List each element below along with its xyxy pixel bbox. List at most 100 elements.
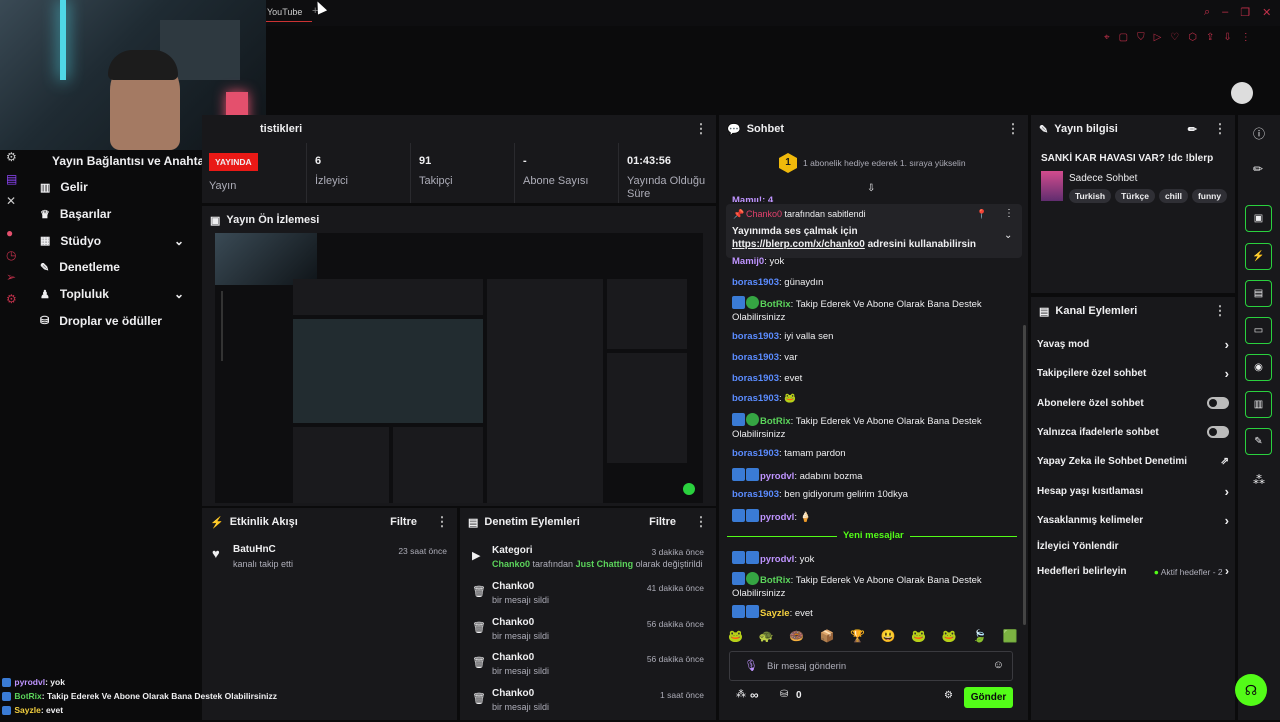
- filter-button[interactable]: Filtre: [649, 516, 676, 528]
- clip-button[interactable]: ▣: [1245, 205, 1272, 232]
- action-goals[interactable]: Hedefleri belirleyin ● Aktif hedefler - 2…: [1037, 561, 1229, 581]
- emote-icon[interactable]: 📦: [820, 629, 835, 647]
- action-account-age[interactable]: Hesap yaşı kısıtlaması ›: [1037, 481, 1229, 501]
- category-name[interactable]: Sadece Sohbet: [1069, 173, 1137, 184]
- avatar[interactable]: [1231, 82, 1253, 104]
- hype-banner[interactable]: 1 1 abonelik hediye ederek 1. sıraya yük…: [779, 153, 999, 173]
- emote-icon[interactable]: 🐸: [911, 629, 926, 647]
- chat-username[interactable]: boras1903: [732, 489, 779, 500]
- action-raid[interactable]: İzleyici Yönlendir: [1037, 536, 1229, 556]
- chat-username[interactable]: Sayzle: [760, 608, 790, 619]
- emote-icon[interactable]: 🍃: [972, 629, 987, 647]
- restore-icon[interactable]: ❐: [1240, 6, 1250, 20]
- chat-username[interactable]: boras1903: [732, 331, 779, 342]
- tag[interactable]: Türkçe: [1115, 189, 1155, 203]
- mod-category[interactable]: Just Chatting: [576, 559, 634, 569]
- scroll-down-icon[interactable]: ⇩: [867, 183, 875, 194]
- chat-username[interactable]: boras1903: [732, 393, 779, 404]
- layout-button[interactable]: ▥: [1245, 391, 1272, 418]
- sidebar-item-topluluk[interactable]: ♟ Topluluk ⌄: [0, 281, 198, 308]
- emote-icon[interactable]: 🟩: [1003, 629, 1018, 647]
- chat-username[interactable]: pyrodvl: [760, 554, 794, 565]
- pinned-message[interactable]: 📌 Chanko0 tarafından sabitlendi 📍 ⋮ Yayı…: [726, 204, 1022, 258]
- chat-input[interactable]: 🎙 Bir mesaj gönderin ☺: [729, 651, 1013, 681]
- lightning-button[interactable]: ⚡: [1245, 243, 1272, 270]
- sidebar-item-droplar[interactable]: ⛁ Droplar ve ödüller: [0, 307, 198, 334]
- emoji-icon[interactable]: ☺: [993, 659, 1004, 671]
- chat-username[interactable]: boras1903: [732, 277, 779, 288]
- chat-username[interactable]: BotRix: [760, 299, 791, 310]
- chat-username[interactable]: boras1903: [732, 373, 779, 384]
- info-icon[interactable]: ⓘ: [1253, 125, 1265, 142]
- notes-button[interactable]: ▤: [1245, 280, 1272, 307]
- send-button[interactable]: Gönder: [964, 687, 1013, 708]
- chat-username[interactable]: boras1903: [732, 352, 779, 363]
- sidebar-item-studyo[interactable]: ▦ Stüdyo ⌄: [0, 227, 198, 254]
- browser-tab[interactable]: YouTube: [262, 4, 312, 22]
- shield-icon[interactable]: ⛉: [1137, 32, 1145, 46]
- action-banned-words[interactable]: Yasaklanmış kelimeler ›: [1037, 510, 1229, 530]
- download-icon[interactable]: ⇩: [1223, 32, 1231, 46]
- crop-icon[interactable]: ▢: [1119, 32, 1128, 46]
- action-subscribers-only[interactable]: Abonelere özel sohbet: [1037, 393, 1229, 413]
- more-icon[interactable]: ⋮: [435, 514, 449, 530]
- chat-username[interactable]: Mamij0: [732, 256, 764, 267]
- event-user[interactable]: BatuHnC: [233, 544, 276, 555]
- more-icon[interactable]: ⋮: [694, 514, 708, 530]
- share-icon[interactable]: ⇪: [1206, 32, 1214, 46]
- chat-scrollbar[interactable]: [1023, 325, 1026, 625]
- sidebar-item-gelir[interactable]: ▥ Gelir: [0, 174, 198, 201]
- tag[interactable]: Turkish: [1069, 189, 1112, 203]
- more-icon[interactable]: ⋮: [694, 121, 708, 137]
- toggle-switch[interactable]: [1207, 426, 1229, 438]
- emote-icon[interactable]: 😃: [881, 629, 896, 647]
- action-ai-moderation[interactable]: Yapay Zeka ile Sohbet Denetimi ⇗: [1037, 451, 1229, 471]
- filter-button[interactable]: Filtre: [390, 516, 417, 528]
- stream-preview-video[interactable]: [215, 233, 703, 503]
- window-controls[interactable]: ⌕ – ❐ ✕: [1204, 6, 1276, 20]
- points-icon[interactable]: ⁂: [736, 689, 746, 700]
- mod-user[interactable]: Chanko0: [492, 559, 530, 569]
- wrench-button[interactable]: ✎: [1245, 428, 1272, 455]
- settings-icon[interactable]: ⚙: [944, 690, 953, 701]
- tag[interactable]: funny: [1191, 189, 1228, 203]
- action-slow-mode[interactable]: Yavaş mod ›: [1037, 334, 1229, 354]
- broadcast-button[interactable]: ◉: [1245, 354, 1272, 381]
- chat-username[interactable]: BotRix: [760, 416, 791, 427]
- emote-icon[interactable]: 🐸: [942, 629, 957, 647]
- sidebar-item-basarilar[interactable]: ♛ Başarılar: [0, 201, 198, 228]
- bookmark-icon[interactable]: ⌖: [1104, 32, 1110, 46]
- sidebar-item-denetleme[interactable]: ✎ Denetleme: [0, 254, 198, 281]
- chevron-down-icon[interactable]: ⌄: [1004, 230, 1012, 241]
- heart-icon[interactable]: ♡: [1170, 32, 1179, 46]
- close-icon[interactable]: ✕: [1262, 6, 1271, 20]
- extension-icon[interactable]: ⬡: [1188, 32, 1197, 46]
- emote-icon[interactable]: 🐸: [728, 629, 743, 647]
- more-icon[interactable]: ⋮: [1213, 121, 1227, 137]
- more-icon[interactable]: ⋮: [1006, 121, 1020, 137]
- emote-icon[interactable]: 🐢: [759, 629, 774, 647]
- more-icon[interactable]: ⋮: [1213, 303, 1227, 319]
- tag[interactable]: chill: [1158, 189, 1188, 203]
- chat-button[interactable]: ▭: [1245, 317, 1272, 344]
- chat-username[interactable]: boras1903: [732, 448, 779, 459]
- pinned-link[interactable]: https://blerp.com/x/chanko0: [732, 239, 865, 250]
- toggle-switch[interactable]: [1207, 397, 1229, 409]
- edit-icon[interactable]: ✏: [1188, 123, 1197, 136]
- emote-icon[interactable]: 🏆: [850, 629, 865, 647]
- openai-icon[interactable]: ⚙: [6, 150, 22, 172]
- action-followers-only[interactable]: Takipçilere özel sohbet ›: [1037, 363, 1229, 383]
- chat-username[interactable]: pyrodvl: [760, 512, 794, 523]
- menu-icon[interactable]: ⋮: [1241, 32, 1251, 46]
- sidebar-title[interactable]: Yayın Bağlantısı ve Anahtarı: [52, 154, 212, 168]
- minimize-icon[interactable]: –: [1222, 6, 1228, 20]
- action-emote-only[interactable]: Yalnızca ifadelerle sohbet: [1037, 422, 1229, 442]
- gift-icon[interactable]: ⛁: [780, 689, 788, 700]
- unpin-icon[interactable]: 📍: [976, 209, 987, 220]
- chat-username[interactable]: pyrodvl: [760, 471, 794, 482]
- chat-username[interactable]: BotRix: [760, 575, 791, 586]
- emote-icon[interactable]: 🍩: [789, 629, 804, 647]
- play-icon[interactable]: ▷: [1154, 32, 1162, 46]
- support-button[interactable]: ☊: [1235, 674, 1267, 706]
- pencil-icon[interactable]: ✏: [1253, 162, 1263, 176]
